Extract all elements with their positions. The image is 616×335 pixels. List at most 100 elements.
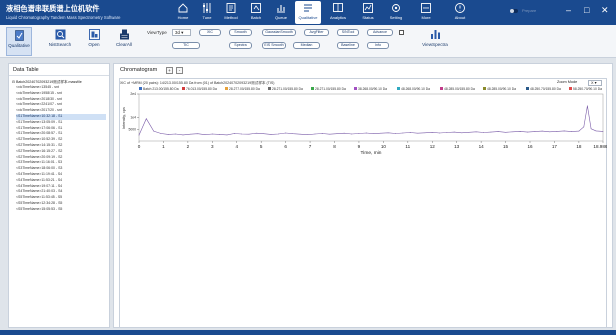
avg-filter-button[interactable]: AvgFilter [304,29,329,36]
nav-label: Queue [274,15,287,20]
app-subtitle: Liquid Chromatography Tandem Mass Spectr… [6,15,121,20]
nav-label: Tune [202,15,212,20]
nav-setting[interactable]: Setting [383,1,409,24]
eis-smooth-button[interactable]: EIS Smooth [262,42,286,49]
data-point [351,133,352,135]
data-point [321,133,323,134]
nav-label: Batch [250,15,262,20]
nav-batch[interactable]: Batch [243,1,269,24]
legend-label: 28.271.00/155.80 Da [272,87,303,91]
view-spectra-icon [430,30,440,39]
chromatogram-chart[interactable]: Batch 213.00/155.80 Da 76.013.00/155.80 D… [119,86,607,206]
data-point [563,130,565,132]
home-icon [178,3,188,13]
legend-label: 38.268.00/90.10 Da [358,87,387,91]
zoom-in-button[interactable]: + [166,67,173,74]
xic-button[interactable]: XIC [199,29,221,36]
prepare-label: Prepare [522,8,537,13]
nist-search-button[interactable]: NistSearch [47,27,73,56]
baseline-button[interactable]: Baseline [337,42,359,49]
nav-qualitative[interactable]: Qualitative [295,1,321,24]
y-tick-label: 1e4 [130,116,136,120]
nav-more[interactable]: More [413,1,439,24]
x-tick-label: 12 [430,144,436,149]
data-point [439,132,440,134]
data-point [204,134,206,136]
qualitative-icon [304,4,312,12]
plot-area [138,93,604,142]
x-tick-label: 16 [527,144,533,149]
data-point [431,131,433,133]
view-spectra-button[interactable]: ViewSpectra [421,27,449,56]
nav-label: Home [177,15,189,20]
data-point [409,132,411,133]
tune-icon [203,3,211,13]
nav-about[interactable]: About [447,1,473,24]
chromatogram-panel: Chromatogram + - XIC of +MRM (20 pairs):… [113,63,613,328]
legend-swatch [225,87,228,90]
setting-icon [392,4,400,12]
data-point [233,133,235,134]
legend-swatch [483,87,486,90]
x-tick-label: 11 [405,144,410,149]
data-point [505,131,506,133]
data-point [226,134,228,136]
data-point [571,131,572,132]
nav-queue[interactable]: Queue [268,1,294,24]
spectra-button[interactable]: Spectra [229,42,252,49]
qualitative-tool-button[interactable]: Qualitative [6,27,32,56]
data-point [358,133,360,134]
data-point [153,130,155,132]
minimize-button[interactable]: – [566,5,571,15]
nist-search-icon [55,29,65,40]
data-point [534,131,536,132]
legend-swatch [354,87,357,90]
data-point [241,133,242,135]
nav-tune[interactable]: Tune [194,1,220,24]
clear-all-button[interactable]: ClearAll [111,27,137,56]
data-point [292,133,294,135]
maximize-button[interactable]: □ [584,5,589,15]
data-point [497,131,499,132]
gaussian-smooth-button[interactable]: GaussianSmooth [262,29,296,36]
legend-label: 48.285.00/90.10 Da [487,87,516,91]
data-point [314,133,316,135]
legend-swatch [526,87,529,90]
data-point [475,131,477,133]
method-icon [226,3,236,13]
data-point [285,132,286,134]
x-tick-label: 14 [479,144,485,149]
x-tick-label: 7 [309,144,312,149]
info-button[interactable]: Info [367,42,389,49]
x-tick-label: 2 [187,144,190,149]
advance-checkbox[interactable] [399,30,404,35]
data-point [211,133,213,135]
data-point [417,132,418,134]
open-button[interactable]: Open [81,27,107,56]
zoom-out-button[interactable]: - [176,67,183,74]
data-point [255,132,257,134]
median-button[interactable]: Median [293,42,320,49]
tic-button[interactable]: TIC [172,42,200,49]
sn-tool-button[interactable]: S/NTool [337,29,359,36]
analytics-icon [333,3,343,12]
smooth-button[interactable]: Smooth [229,29,252,36]
close-button[interactable]: ✕ [601,5,609,15]
data-point [167,134,169,135]
x-tick-label: 13 [454,144,460,149]
advance-button[interactable]: Advance [367,29,393,36]
nav-analytics[interactable]: Analytics [325,1,351,24]
toolbar: Qualitative NistSearch Open ClearAll Vie… [0,25,616,58]
legend-swatch [569,87,572,90]
nav-label: Setting [389,15,403,20]
legend-label: 28.277.00/155.80 Da [229,87,260,91]
tree-item[interactable]: <S5TimeName>15:05:53 - S5 [16,207,106,213]
legend-label: 48.250.70/155.80 Da [530,87,561,91]
viewtype-select[interactable]: 3d ▾ [172,29,191,36]
queue-icon [277,5,285,13]
x-tick-label: 4 [235,144,238,149]
nav-method[interactable]: Method [218,1,244,24]
nav-status[interactable]: Status [355,1,381,24]
nav-home[interactable]: Home [170,1,196,24]
data-point [182,134,184,136]
